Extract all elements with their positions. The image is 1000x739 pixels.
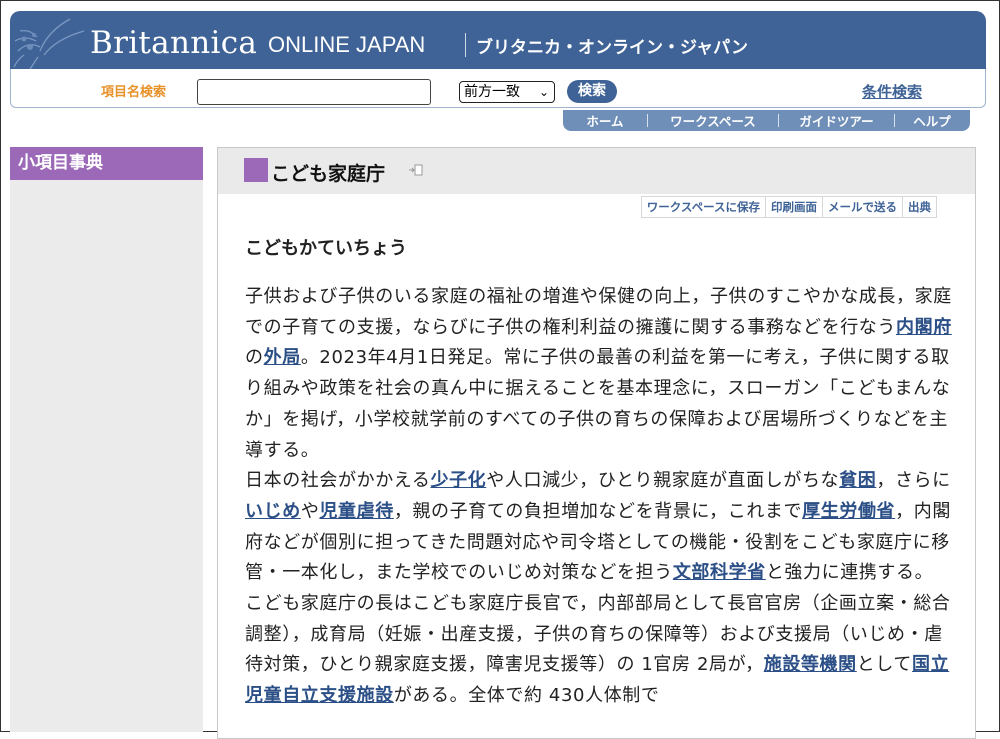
article-link[interactable]: 文部科学省 bbox=[673, 562, 766, 583]
nav-tabs: ホーム ワークスペース ガイドツアー ヘルプ bbox=[563, 110, 970, 131]
article-actions: ワークスペースに保存 印刷画面 メールで送る 出典 bbox=[640, 196, 937, 218]
article-text: 日本の社会がかかえる bbox=[245, 470, 431, 492]
article-link[interactable]: 児童虐待 bbox=[319, 501, 393, 522]
nav-home[interactable]: ホーム bbox=[563, 111, 647, 130]
advanced-search-link[interactable]: 条件検索 bbox=[862, 81, 922, 102]
article-link[interactable]: 厚生労働省 bbox=[802, 501, 895, 522]
article-text: や人口減少，ひとり親家庭が直面しがちな bbox=[486, 470, 840, 492]
nav-help[interactable]: ヘルプ bbox=[895, 111, 969, 130]
article-text: や bbox=[300, 500, 320, 522]
article-text: と強力に連携する。 bbox=[765, 562, 934, 584]
article-title: こども家庭庁 bbox=[271, 163, 386, 185]
match-mode-value: 前方一致 bbox=[464, 84, 520, 100]
brand-japanese: ブリタニカ・オンライン・ジャパン bbox=[476, 38, 748, 58]
brand-divider bbox=[465, 33, 466, 57]
article-link[interactable]: 少子化 bbox=[430, 470, 486, 491]
article-text: ，さらに bbox=[876, 470, 951, 492]
article-text: の bbox=[245, 347, 264, 369]
article-text: 。2023年4月1日発足。常に子供の最善の利益を第一に考え，子供に関する取り組み… bbox=[245, 347, 951, 461]
article-text: 子供および子供のいる家庭の福祉の増進や保健の向上，子供のすこやかな成長，家庭での… bbox=[245, 286, 952, 338]
article-link[interactable]: 外局 bbox=[264, 347, 301, 368]
article-link[interactable]: いじめ bbox=[245, 501, 301, 522]
sidebar-title[interactable]: 小項目事典 bbox=[10, 147, 203, 180]
article-text: として bbox=[856, 654, 912, 676]
search-input[interactable] bbox=[197, 79, 431, 105]
brand-subtitle: ONLINE JAPAN bbox=[268, 32, 426, 57]
source-button[interactable]: 出典 bbox=[902, 197, 936, 217]
article-paragraph: 子供および子供のいる家庭の福祉の増進や保健の向上，子供のすこやかな成長，家庭での… bbox=[245, 282, 955, 466]
email-button[interactable]: メールで送る bbox=[822, 197, 902, 217]
article-paragraph: こども家庭庁の長はこども家庭庁長官で，内部部局として長官官房（企画立案・総合調整… bbox=[245, 589, 955, 712]
match-mode-select[interactable]: 前方一致 ⌄ bbox=[459, 81, 555, 103]
search-bar: 項目名検索 前方一致 ⌄ 検索 条件検索 bbox=[10, 69, 986, 108]
thistle-logo-icon bbox=[13, 18, 85, 69]
search-button[interactable]: 検索 bbox=[567, 80, 617, 103]
article-link[interactable]: 内閣府 bbox=[896, 317, 952, 338]
nav-workspace[interactable]: ワークスペース bbox=[648, 111, 778, 130]
article-text: ，親の子育ての負担増加などを背景に，これまで bbox=[393, 500, 803, 522]
article-paragraph: 日本の社会がかかえる少子化や人口減少，ひとり親家庭が直面しがちな貧困，さらにいじ… bbox=[245, 466, 955, 589]
title-marker bbox=[244, 158, 268, 182]
sidebar: 小項目事典 bbox=[10, 147, 203, 732]
article-text: がある。全体で約 430人体制で bbox=[393, 685, 660, 707]
open-link-icon[interactable] bbox=[408, 162, 424, 178]
header-banner: Britannica ONLINE JAPAN ブリタニカ・オンライン・ジャパン bbox=[10, 11, 986, 69]
article-title-bar: こども家庭庁 bbox=[218, 148, 975, 194]
print-view-button[interactable]: 印刷画面 bbox=[765, 197, 822, 217]
article-link[interactable]: 施設等機関 bbox=[764, 654, 857, 675]
nav-guide-tour[interactable]: ガイドツアー bbox=[779, 111, 894, 130]
article-link[interactable]: 貧困 bbox=[839, 470, 876, 491]
article-reading: こどもかていちょう bbox=[245, 238, 407, 259]
chevron-down-icon: ⌄ bbox=[538, 85, 549, 99]
article-panel: こども家庭庁 ワークスペースに保存 印刷画面 メールで送る 出典 こどもかていち… bbox=[217, 147, 976, 739]
brand-name: Britannica bbox=[90, 25, 258, 61]
save-to-workspace-button[interactable]: ワークスペースに保存 bbox=[642, 197, 765, 217]
article-body: 子供および子供のいる家庭の福祉の増進や保健の向上，子供のすこやかな成長，家庭での… bbox=[245, 282, 955, 712]
search-label: 項目名検索 bbox=[101, 85, 167, 100]
